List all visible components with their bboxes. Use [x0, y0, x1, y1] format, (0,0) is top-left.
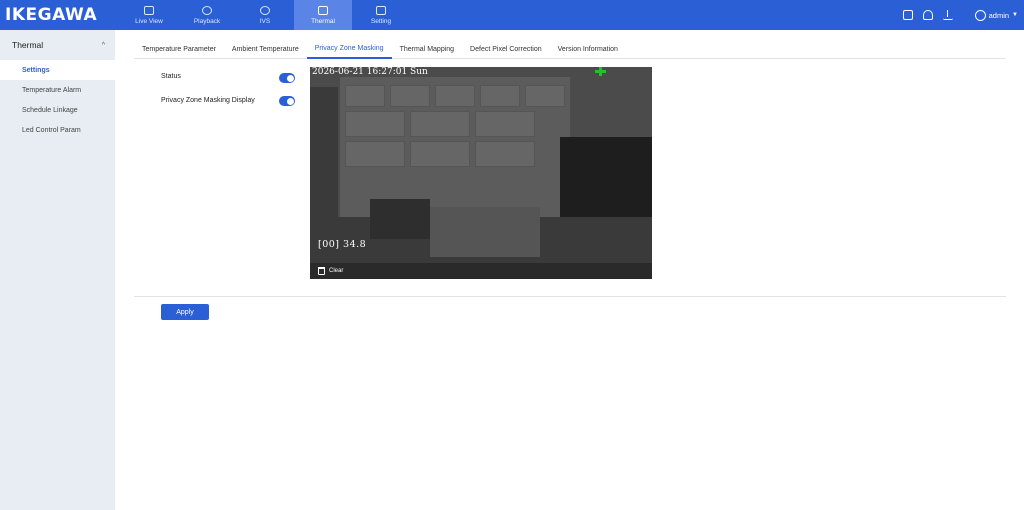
- status-toggle[interactable]: [279, 73, 295, 83]
- nav-playback[interactable]: Playback: [178, 0, 236, 30]
- sidebar-item-settings[interactable]: Settings: [0, 60, 115, 80]
- top-bar: IKEGAWA Live View Playback IVS Thermal S…: [0, 0, 1024, 30]
- nav-label: Playback: [193, 17, 221, 25]
- nav-label: IVS: [259, 17, 271, 25]
- brand-logo: IKEGAWA: [5, 5, 98, 25]
- scene-shadow: [310, 87, 338, 237]
- avatar-icon: [974, 9, 986, 21]
- tab-defect-pixel-correction[interactable]: Defect Pixel Correction: [462, 40, 550, 59]
- scene-panel: [345, 111, 405, 137]
- sidebar-section-label: Thermal: [12, 40, 44, 50]
- main-nav: Live View Playback IVS Thermal Setting: [115, 0, 410, 30]
- tab-thermal-mapping[interactable]: Thermal Mapping: [392, 40, 462, 59]
- scene-panel: [480, 85, 520, 107]
- user-name: admin: [988, 10, 1010, 20]
- nav-label: Thermal: [311, 17, 335, 25]
- scene-panel: [410, 111, 470, 137]
- nav-ivs[interactable]: IVS: [236, 0, 294, 30]
- thermal-icon: [318, 5, 328, 15]
- scene-panel: [525, 85, 565, 107]
- crosshair-icon: [595, 67, 607, 77]
- nav-setting[interactable]: Setting: [352, 0, 410, 30]
- scene-panel: [475, 111, 535, 137]
- tab-ambient-temperature[interactable]: Ambient Temperature: [224, 40, 307, 59]
- setting-icon: [376, 5, 386, 15]
- video-preview[interactable]: 2026-06-21 16:27:01 Sun [00] 34.8 Clear: [310, 67, 652, 279]
- file-icon[interactable]: [902, 10, 913, 20]
- live-view-icon: [144, 5, 154, 15]
- privacy-display-label: Privacy Zone Masking Display: [161, 97, 255, 104]
- nav-label: Live View: [135, 17, 163, 25]
- bell-icon[interactable]: [922, 10, 933, 20]
- clear-label: Clear: [329, 268, 344, 274]
- scene-object: [430, 207, 540, 257]
- video-temperature: [00] 34.8: [318, 239, 367, 250]
- divider: [134, 296, 1006, 297]
- sidebar-section-thermal[interactable]: Thermal ^: [0, 30, 115, 60]
- sidebar: Thermal ^ Settings Temperature Alarm Sch…: [0, 30, 115, 510]
- scene-object: [370, 199, 430, 239]
- scene-panel: [345, 85, 385, 107]
- video-timestamp: 2026-06-21 16:27:01 Sun: [312, 67, 428, 77]
- chevron-up-icon: ^: [101, 41, 105, 49]
- playback-icon: [202, 5, 212, 15]
- apply-button[interactable]: Apply: [161, 304, 209, 320]
- privacy-display-toggle[interactable]: [279, 96, 295, 106]
- caret-down-icon: ▼: [1012, 12, 1018, 18]
- scene-panel: [345, 141, 405, 167]
- tab-temperature-parameter[interactable]: Temperature Parameter: [134, 40, 224, 59]
- scene-panel: [410, 141, 470, 167]
- ivs-icon: [260, 5, 270, 15]
- scene-panel: [390, 85, 430, 107]
- tab-version-information[interactable]: Version Information: [550, 40, 626, 59]
- nav-label: Setting: [370, 17, 392, 25]
- scene-panel: [435, 85, 475, 107]
- toggle-knob: [286, 97, 294, 105]
- clear-button[interactable]: Clear: [310, 263, 652, 279]
- tab-bar: Temperature Parameter Ambient Temperatur…: [134, 40, 1006, 59]
- trash-icon: [318, 267, 325, 275]
- sidebar-item-schedule-linkage[interactable]: Schedule Linkage: [0, 100, 115, 120]
- sidebar-item-led-control-param[interactable]: Led Control Param: [0, 120, 115, 140]
- tab-privacy-zone-masking[interactable]: Privacy Zone Masking: [306, 40, 392, 59]
- nav-live-view[interactable]: Live View: [120, 0, 178, 30]
- top-right-tools: admin ▼: [902, 0, 1018, 30]
- download-icon[interactable]: [942, 10, 953, 20]
- scene-panel: [475, 141, 535, 167]
- user-menu[interactable]: admin ▼: [974, 9, 1018, 21]
- status-label: Status: [161, 73, 181, 80]
- toggle-knob: [286, 74, 294, 82]
- nav-thermal[interactable]: Thermal: [294, 0, 352, 30]
- sidebar-item-temperature-alarm[interactable]: Temperature Alarm: [0, 80, 115, 100]
